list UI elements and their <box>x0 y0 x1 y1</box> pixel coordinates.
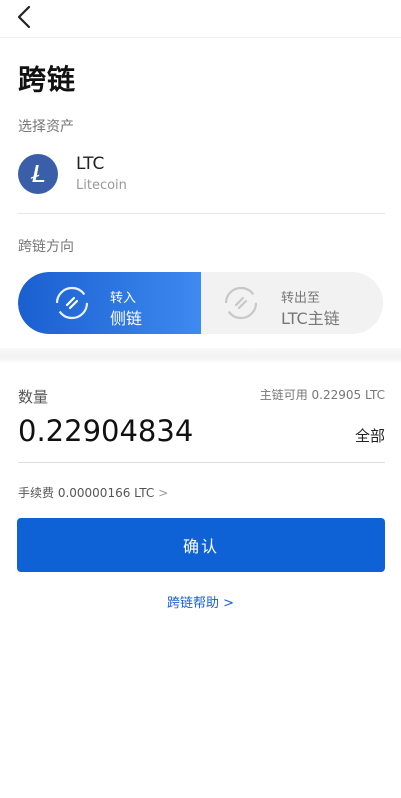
cross-chain-icon <box>55 286 89 320</box>
asset-section-label: 选择资产 <box>18 119 74 135</box>
direction-toggle: 转入 侧链 转出至 LTC主链 <box>18 272 383 334</box>
back-arrow-icon[interactable] <box>14 4 38 30</box>
asset-symbol: LTC <box>76 154 105 174</box>
litecoin-logo-icon <box>18 154 58 194</box>
direction-section-label: 跨链方向 <box>18 239 74 255</box>
direction-option-out-to-mainchain[interactable]: 转出至 LTC主链 <box>201 272 383 334</box>
fee-text: 手续费 0.00000166 LTC <box>18 486 155 500</box>
available-balance: 主链可用 0.22905 LTC <box>259 388 385 402</box>
fee-row[interactable]: 手续费 0.00000166 LTC > <box>18 484 168 501</box>
max-all-button[interactable]: 全部 <box>355 425 385 446</box>
confirm-button[interactable]: 确认 <box>17 518 385 572</box>
quantity-label: 数量 <box>18 388 49 406</box>
top-bar <box>0 0 401 38</box>
cross-chain-help-link[interactable]: 跨链帮助 > <box>0 592 401 611</box>
page-title: 跨链 <box>18 63 77 96</box>
cross-chain-icon <box>224 286 258 320</box>
direction-in-target: 侧链 <box>110 309 143 328</box>
amount-input[interactable] <box>18 414 348 448</box>
asset-selector[interactable]: LTC Litecoin <box>18 152 385 214</box>
asset-name: Litecoin <box>76 178 127 193</box>
direction-out-label: 转出至 <box>281 291 321 306</box>
chevron-right-icon: > <box>158 486 169 500</box>
section-divider <box>0 348 401 362</box>
direction-out-target: LTC主链 <box>281 309 340 328</box>
amount-underline <box>18 462 385 463</box>
direction-option-into-sidechain[interactable]: 转入 侧链 <box>18 272 201 334</box>
direction-in-label: 转入 <box>110 291 137 306</box>
